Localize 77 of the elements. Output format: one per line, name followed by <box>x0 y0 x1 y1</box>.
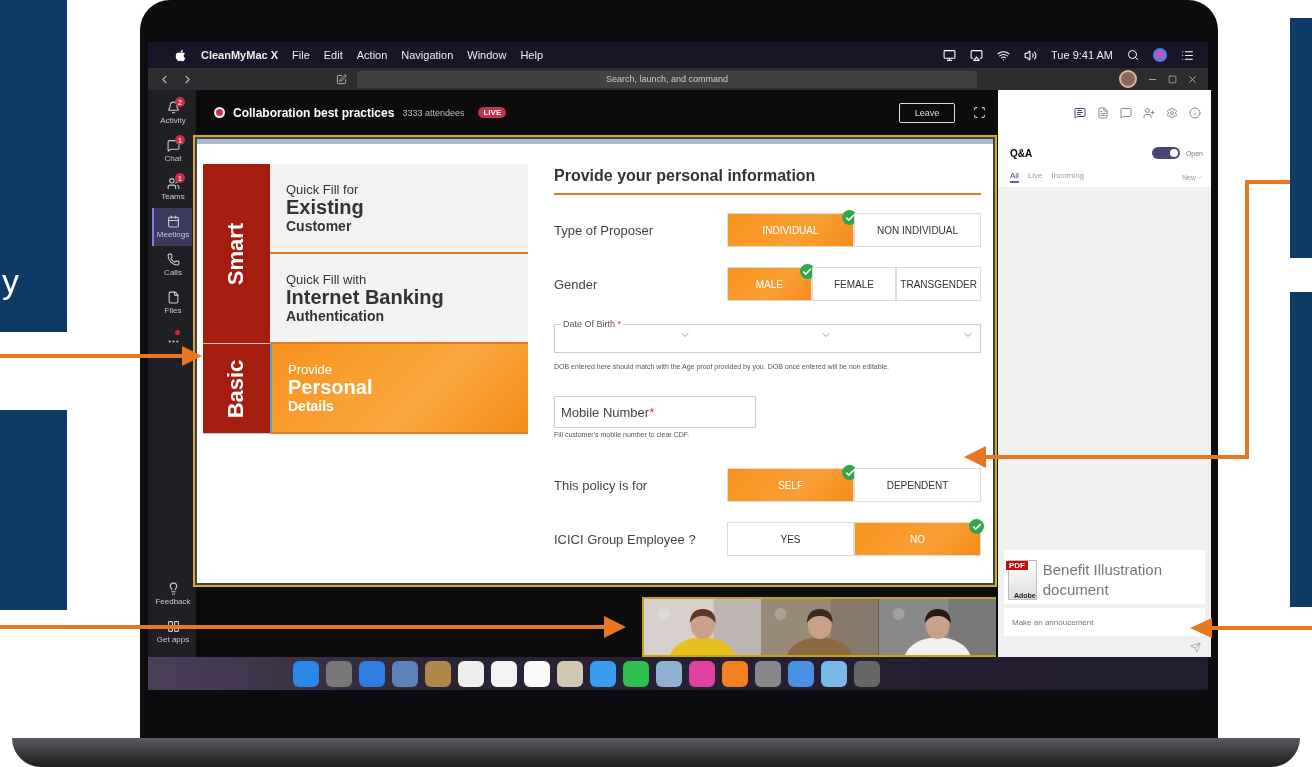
record-icon <box>214 107 225 118</box>
chat-icon[interactable] <box>1120 106 1132 119</box>
date-field[interactable]: Date Of Birth * <box>554 319 981 353</box>
calendar-icon <box>166 215 180 228</box>
search-icon[interactable] <box>1127 49 1139 61</box>
app-icon[interactable] <box>524 660 550 687</box>
meeting-title: Collaboration best practices <box>233 105 395 120</box>
field-label: Type of Proposer <box>554 222 653 238</box>
avatar-icon[interactable] <box>1119 70 1137 88</box>
option-button[interactable]: FEMALE <box>811 267 897 301</box>
volume-icon[interactable] <box>1024 48 1038 62</box>
form-heading: Provide your personal information <box>554 167 981 195</box>
app-icon[interactable] <box>491 660 517 687</box>
app-icon[interactable] <box>722 660 748 687</box>
app-icon[interactable] <box>656 660 682 687</box>
close-icon[interactable] <box>1187 73 1198 85</box>
group-label: Smart <box>223 222 250 285</box>
menu-item[interactable]: Navigation <box>401 49 454 61</box>
check-icon <box>969 519 984 534</box>
document-name: Benefit Illustration document <box>1042 560 1163 599</box>
compose-icon[interactable] <box>336 73 347 85</box>
wifi-icon[interactable] <box>997 48 1011 62</box>
field-label: ICICI Group Employee ? <box>554 531 696 547</box>
option-button[interactable]: YES <box>727 522 854 556</box>
clock-text: Tue 9:41 AM <box>1051 49 1113 61</box>
settings-icon[interactable] <box>1166 106 1178 119</box>
list-icon[interactable] <box>1181 48 1194 62</box>
menu-item[interactable]: CleanMyMac X <box>201 49 279 61</box>
field-label: Gender <box>554 276 598 292</box>
maximize-icon[interactable] <box>1168 74 1177 84</box>
apps-icon <box>166 620 180 633</box>
rail-item[interactable]: Calls <box>152 246 192 284</box>
rail-item[interactable]: Meetings <box>152 208 192 246</box>
option-button[interactable]: TRANSGENDER <box>896 267 981 301</box>
group-label: Basic <box>223 359 250 418</box>
phone-icon <box>166 253 180 266</box>
rail-item[interactable]: Feedback <box>152 575 192 613</box>
announcement-field[interactable]: Make an annoucement <box>1004 608 1205 636</box>
tab[interactable]: All <box>1010 171 1019 183</box>
bell-icon <box>166 101 180 114</box>
qa-icon[interactable] <box>1074 106 1086 119</box>
menu-item[interactable]: Edit <box>323 49 343 61</box>
toggle-switch[interactable] <box>1151 147 1180 159</box>
fullscreen-icon[interactable] <box>973 106 986 119</box>
field-label: Date Of Birth * <box>562 319 623 329</box>
option-button[interactable]: NON INDIVIDUAL <box>854 213 981 247</box>
input-field[interactable]: Mobile Number* <box>554 396 756 428</box>
option-tile[interactable]: Quick Fill with Internet Banking Authentication <box>270 254 528 344</box>
siri-icon[interactable] <box>1153 48 1167 62</box>
leave-button[interactable]: Leave <box>899 102 955 123</box>
notes-icon[interactable] <box>1097 106 1109 119</box>
panel-title: Q&A <box>1010 147 1034 159</box>
app-icon[interactable] <box>557 660 583 687</box>
app-icon[interactable] <box>623 660 649 687</box>
app-icon[interactable] <box>821 660 847 687</box>
option-tile[interactable]: Quick Fill for Existing Customer <box>270 164 528 254</box>
apple-icon[interactable] <box>174 48 187 62</box>
chat-icon <box>166 139 180 152</box>
menu-item[interactable]: Action <box>356 49 388 61</box>
option-button[interactable]: DEPENDENT <box>854 468 981 502</box>
people-icon <box>166 177 180 190</box>
rail-item[interactable]: Get apps <box>152 613 192 651</box>
file-icon <box>166 291 180 304</box>
menu-item[interactable]: File <box>292 49 310 61</box>
monitor-icon[interactable] <box>943 48 957 62</box>
attendee-count: 3333 attendees <box>402 107 465 118</box>
chevron-down-icon <box>1196 173 1203 181</box>
menu-item[interactable]: Help <box>520 49 544 61</box>
search-field[interactable]: Search, launch, and command <box>357 70 977 88</box>
airplay-icon[interactable] <box>970 48 984 62</box>
field-label: This policy is for <box>554 477 648 493</box>
add-people-icon[interactable] <box>1143 106 1155 119</box>
rail-item[interactable]: Files <box>152 284 192 322</box>
app-icon[interactable] <box>458 660 484 687</box>
callout-text: y <box>2 262 19 301</box>
menu-item[interactable]: Window <box>467 49 507 61</box>
live-badge: LIVE <box>478 107 507 118</box>
